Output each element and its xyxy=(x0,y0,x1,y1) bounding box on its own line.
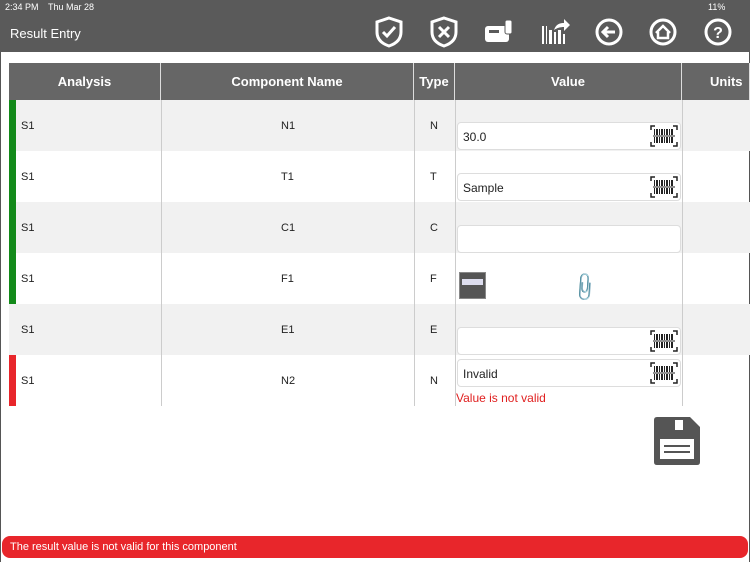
help-icon[interactable]: ? xyxy=(703,16,733,48)
barcode-export-icon[interactable] xyxy=(540,16,570,48)
type-cell: C xyxy=(430,222,438,234)
analysis-cell: S1 xyxy=(21,324,35,336)
value-input[interactable]: 30.0 xyxy=(457,122,681,150)
type-cell: N xyxy=(430,120,438,132)
barcode-scan-icon[interactable] xyxy=(650,125,678,147)
type-cell: F xyxy=(430,273,437,285)
component-cell: T1 xyxy=(281,171,294,183)
analysis-cell: S1 xyxy=(21,273,35,285)
instrument-icon[interactable] xyxy=(484,16,514,48)
component-cell: N2 xyxy=(281,375,296,387)
column-header-analysis: Analysis xyxy=(9,63,161,100)
barcode-scan-icon[interactable] xyxy=(650,330,678,352)
value-input[interactable] xyxy=(457,327,681,355)
top-bar: 2:34 PM Thu Mar 28 11% Result Entry ? xyxy=(0,0,750,52)
table-row[interactable]: S1 F1 F xyxy=(9,253,750,304)
barcode-scan-icon[interactable] xyxy=(650,362,678,384)
attachment-thumbnail[interactable] xyxy=(459,272,486,299)
reject-shield-icon[interactable] xyxy=(429,16,459,48)
back-icon[interactable] xyxy=(594,16,624,48)
error-banner: The result value is not valid for this c… xyxy=(2,536,748,558)
component-cell: E1 xyxy=(281,324,295,336)
status-flag xyxy=(9,202,16,253)
component-cell: F1 xyxy=(281,273,294,285)
save-icon[interactable] xyxy=(654,417,700,465)
approve-shield-icon[interactable] xyxy=(374,16,404,48)
component-cell: C1 xyxy=(281,222,296,234)
value-input[interactable]: Sample xyxy=(457,173,681,201)
component-cell: N1 xyxy=(281,120,296,132)
value-input[interactable] xyxy=(457,225,681,253)
value-error-message: Value is not valid xyxy=(456,391,546,405)
column-header-component: Component Name xyxy=(161,63,414,100)
status-flag xyxy=(9,355,16,406)
status-flag xyxy=(9,151,16,202)
type-cell: N xyxy=(430,375,438,387)
status-date: Thu Mar 28 xyxy=(48,2,95,12)
status-flag xyxy=(9,253,16,304)
page-title: Result Entry xyxy=(10,26,81,41)
column-header-type: Type xyxy=(414,63,455,100)
analysis-cell: S1 xyxy=(21,171,35,183)
type-cell: T xyxy=(430,171,437,183)
analysis-cell: S1 xyxy=(21,375,35,387)
home-icon[interactable] xyxy=(648,16,678,48)
svg-text:?: ? xyxy=(713,25,723,42)
column-header-value: Value xyxy=(455,63,682,100)
analysis-cell: S1 xyxy=(21,120,35,132)
type-cell: E xyxy=(430,324,438,336)
analysis-cell: S1 xyxy=(21,222,35,234)
status-flag xyxy=(9,100,16,151)
battery-level: 11% xyxy=(708,2,726,12)
value-input[interactable]: Invalid xyxy=(457,359,681,387)
status-time: 2:34 PM xyxy=(5,2,39,12)
column-header-units: Units xyxy=(682,63,750,100)
barcode-scan-icon[interactable] xyxy=(650,176,678,198)
